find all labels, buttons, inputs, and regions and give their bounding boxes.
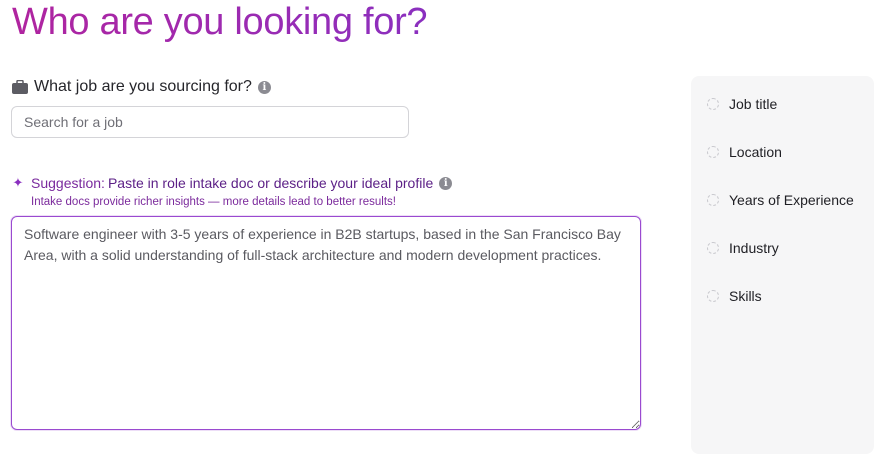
radio-circle-icon[interactable] [707, 194, 719, 206]
suggestion-prefix: Suggestion: [31, 175, 105, 191]
radio-circle-icon[interactable] [707, 146, 719, 158]
criteria-item-industry[interactable]: Industry [707, 238, 779, 258]
radio-circle-icon[interactable] [707, 98, 719, 110]
criteria-label: Skills [729, 288, 762, 304]
page-title: Who are you looking for? [12, 1, 428, 43]
criteria-panel: Job title Location Years of Experience I… [691, 76, 874, 454]
criteria-label: Job title [729, 96, 778, 112]
job-search-label-row: What job are you sourcing for? i [12, 76, 271, 98]
briefcase-icon [12, 80, 28, 94]
info-icon[interactable]: i [439, 176, 453, 190]
radio-circle-icon[interactable] [707, 290, 719, 302]
job-search-label: What job are you sourcing for? [34, 78, 252, 95]
job-search-input[interactable] [11, 106, 409, 138]
criteria-item-location[interactable]: Location [707, 142, 782, 162]
criteria-label: Location [729, 144, 782, 160]
suggestion-hint: Intake docs provide richer insights — mo… [31, 196, 396, 208]
sparkle-icon: ✦ [12, 175, 24, 190]
info-icon[interactable]: i [257, 80, 271, 94]
criteria-item-years-of-experience[interactable]: Years of Experience [707, 190, 854, 210]
criteria-label: Years of Experience [729, 192, 854, 208]
criteria-label: Industry [729, 240, 779, 256]
criteria-item-skills[interactable]: Skills [707, 286, 762, 306]
profile-description-textarea[interactable]: Software engineer with 3-5 years of expe… [11, 216, 641, 430]
suggestion-text: Paste in role intake doc or describe you… [107, 175, 434, 191]
suggestion-row: ✦ Suggestion: Paste in role intake doc o… [12, 173, 453, 193]
radio-circle-icon[interactable] [707, 242, 719, 254]
criteria-item-job-title[interactable]: Job title [707, 94, 777, 114]
